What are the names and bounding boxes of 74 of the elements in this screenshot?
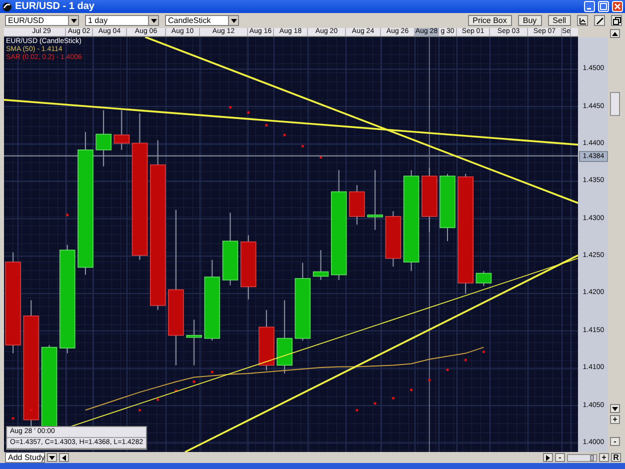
zoom-out-button[interactable]: - [610, 437, 620, 446]
maximize-button[interactable] [598, 1, 609, 12]
scroll-thumb[interactable] [610, 92, 620, 116]
study-dropdown[interactable]: Add Study [5, 452, 45, 463]
candlestick [312, 250, 329, 281]
scroll-up-button[interactable] [610, 29, 620, 38]
sar-dot [356, 408, 358, 412]
sar-dot [138, 408, 142, 412]
draw-line-button[interactable] [594, 15, 605, 26]
sar-dot [192, 380, 196, 383]
candlestick [385, 210, 402, 268]
candlestick [349, 184, 365, 226]
restore-button[interactable] [611, 15, 622, 26]
candlestick [96, 110, 112, 167]
candlestick [421, 167, 438, 233]
zoom-in-button[interactable]: + [610, 415, 620, 424]
dropdown[interactable]: CandleStick [165, 15, 239, 26]
scroll-down-button[interactable] [610, 404, 620, 413]
sar-dot [464, 358, 467, 362]
scroll-right-button[interactable] [543, 453, 553, 462]
sar-dot [319, 156, 322, 159]
close-button[interactable] [612, 1, 623, 12]
slider-thumb[interactable] [590, 454, 594, 460]
sar-dot [428, 378, 431, 382]
caret-icon [70, 16, 78, 24]
sar-dot [210, 370, 214, 374]
zoom-slider[interactable] [567, 454, 597, 462]
chart-icon [578, 16, 586, 24]
zoom-out-button[interactable]: - [555, 453, 565, 462]
candlestick [476, 270, 492, 286]
candlestick [367, 170, 383, 230]
app-logo-icon [2, 2, 12, 12]
sar-dot [392, 396, 394, 400]
restore-icon [612, 16, 620, 24]
sar-dot [30, 408, 32, 412]
caret-icon [150, 16, 158, 24]
up-arrow-icon [611, 30, 619, 38]
minimize-button[interactable] [584, 1, 595, 12]
sar-dot [283, 134, 286, 136]
candlestick [240, 234, 256, 300]
right-arrow-icon [544, 454, 552, 462]
sar-dot [156, 398, 160, 401]
dropdown-button[interactable] [47, 453, 57, 462]
sar-dot [374, 402, 376, 405]
caret-icon [230, 16, 238, 24]
sar-dot [228, 106, 232, 109]
sar-dot [247, 111, 250, 114]
candlestick [258, 309, 274, 371]
sar-dot [265, 124, 268, 127]
chart-tool-button[interactable] [577, 15, 588, 26]
sar-dot [174, 389, 178, 392]
sar-dot [446, 368, 449, 372]
sar-dot [66, 214, 69, 216]
dropdown[interactable]: 1 day [85, 15, 159, 26]
toolbar-button[interactable]: Price Box [468, 15, 512, 26]
scroll-left-button[interactable] [59, 453, 69, 462]
toolbar-button[interactable]: Buy [518, 15, 542, 26]
window-title: EUR/USD - 1 day [15, 1, 96, 12]
zoom-in-button[interactable]: + [599, 453, 609, 462]
sar-dot [410, 388, 413, 392]
sar-dot [301, 144, 304, 148]
left-arrow-icon [60, 454, 68, 462]
dropdown[interactable]: EUR/USD [5, 15, 79, 26]
maximize-icon [600, 3, 607, 10]
candlestick [114, 110, 130, 150]
reset-button[interactable]: R [611, 453, 621, 462]
candlestick [440, 173, 456, 242]
sar-dot [482, 350, 485, 354]
candlestick [186, 319, 202, 366]
close-icon [614, 3, 621, 10]
down-arrow-icon [611, 404, 619, 412]
toolbar-button[interactable]: Sell [548, 15, 571, 26]
pen-icon [596, 16, 604, 24]
sar-dot [12, 417, 14, 420]
